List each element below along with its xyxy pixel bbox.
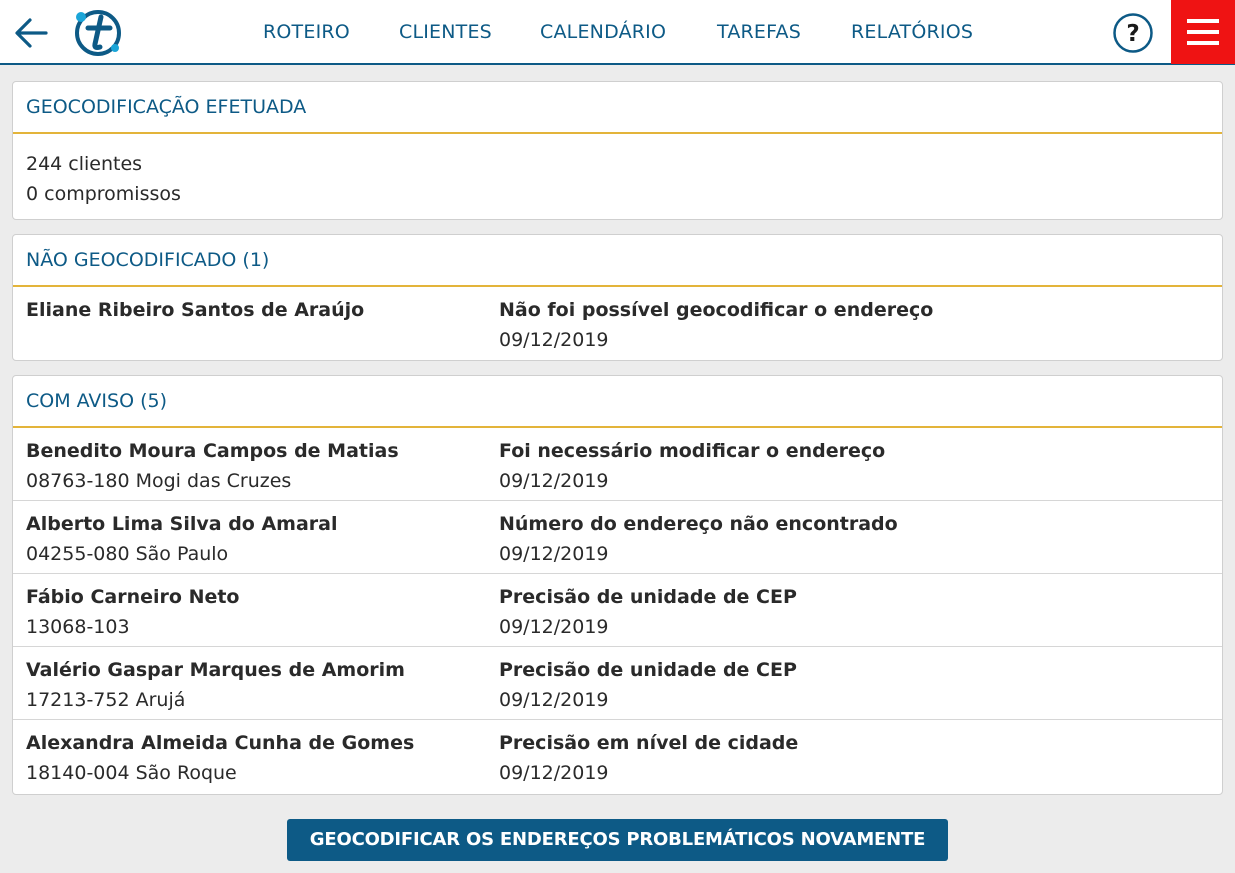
nav-calendario[interactable]: CALENDÁRIO <box>540 21 666 43</box>
table-row[interactable]: Fábio Carneiro Neto 13068-103 Precisão d… <box>13 574 1222 647</box>
geocode-message: Precisão de unidade de CEP <box>499 586 797 608</box>
not-geocoded-title: NÃO GEOCODIFICADO (1) <box>13 235 1222 287</box>
geocoded-panel: GEOCODIFICAÇÃO EFETUADA 244 clientes 0 c… <box>12 81 1223 220</box>
client-address: 04255-080 São Paulo <box>26 543 229 565</box>
client-name: Fábio Carneiro Neto <box>26 586 240 608</box>
client-address: 08763-180 Mogi das Cruzes <box>26 470 292 492</box>
nav-relatorios[interactable]: RELATÓRIOS <box>851 21 973 43</box>
nav-clientes[interactable]: CLIENTES <box>399 21 492 43</box>
table-row[interactable]: Eliane Ribeiro Santos de Araújo Não foi … <box>13 287 1222 360</box>
table-row[interactable]: Alexandra Almeida Cunha de Gomes 18140-0… <box>13 720 1222 793</box>
geocode-message: Precisão em nível de cidade <box>499 732 799 754</box>
client-name: Benedito Moura Campos de Matias <box>26 440 399 462</box>
client-address: 18140-004 São Roque <box>26 762 237 784</box>
geocoded-appointments-count: 0 compromissos <box>26 183 181 205</box>
geocode-date: 09/12/2019 <box>499 329 609 351</box>
geocode-message: Número do endereço não encontrado <box>499 513 898 535</box>
geocode-date: 09/12/2019 <box>499 762 609 784</box>
regeocode-button[interactable]: GEOCODIFICAR OS ENDEREÇOS PROBLEMÁTICOS … <box>287 819 948 861</box>
client-name: Eliane Ribeiro Santos de Araújo <box>26 299 365 321</box>
client-address: 17213-752 Arujá <box>26 689 186 711</box>
client-name: Alberto Lima Silva do Amaral <box>26 513 338 535</box>
geocoded-summary: 244 clientes 0 compromissos <box>13 134 1222 209</box>
geocode-date: 09/12/2019 <box>499 470 609 492</box>
geocode-date: 09/12/2019 <box>499 543 609 565</box>
nav-tarefas[interactable]: TAREFAS <box>717 21 801 43</box>
nav-roteiro[interactable]: ROTEIRO <box>263 21 350 43</box>
table-row[interactable]: Valério Gaspar Marques de Amorim 17213-7… <box>13 647 1222 720</box>
hamburger-menu-icon <box>1187 19 1219 23</box>
table-row[interactable]: Alberto Lima Silva do Amaral 04255-080 S… <box>13 501 1222 574</box>
main-nav: ROTEIRO CLIENTES CALENDÁRIO TAREFAS RELA… <box>0 0 1235 65</box>
warnings-panel: COM AVISO (5) Benedito Moura Campos de M… <box>12 375 1223 795</box>
geocode-date: 09/12/2019 <box>499 689 609 711</box>
geocoded-title: GEOCODIFICAÇÃO EFETUADA <box>13 82 1222 134</box>
help-icon: ? <box>1113 13 1153 53</box>
client-name: Alexandra Almeida Cunha de Gomes <box>26 732 415 754</box>
geocoded-clients-count: 244 clientes <box>26 153 143 175</box>
help-label: ? <box>1126 21 1139 47</box>
help-button[interactable]: ? <box>1112 12 1154 54</box>
geocode-message: Não foi possível geocodificar o endereço <box>499 299 934 321</box>
table-row[interactable]: Benedito Moura Campos de Matias 08763-18… <box>13 428 1222 501</box>
warnings-title: COM AVISO (5) <box>13 376 1222 428</box>
not-geocoded-panel: NÃO GEOCODIFICADO (1) Eliane Ribeiro San… <box>12 234 1223 361</box>
geocode-message: Foi necessário modificar o endereço <box>499 440 886 462</box>
geocode-date: 09/12/2019 <box>499 616 609 638</box>
client-name: Valério Gaspar Marques de Amorim <box>26 659 405 681</box>
hamburger-menu-button[interactable] <box>1171 0 1235 64</box>
top-bar: ROTEIRO CLIENTES CALENDÁRIO TAREFAS RELA… <box>0 0 1235 65</box>
client-address: 13068-103 <box>26 616 130 638</box>
geocode-message: Precisão de unidade de CEP <box>499 659 797 681</box>
